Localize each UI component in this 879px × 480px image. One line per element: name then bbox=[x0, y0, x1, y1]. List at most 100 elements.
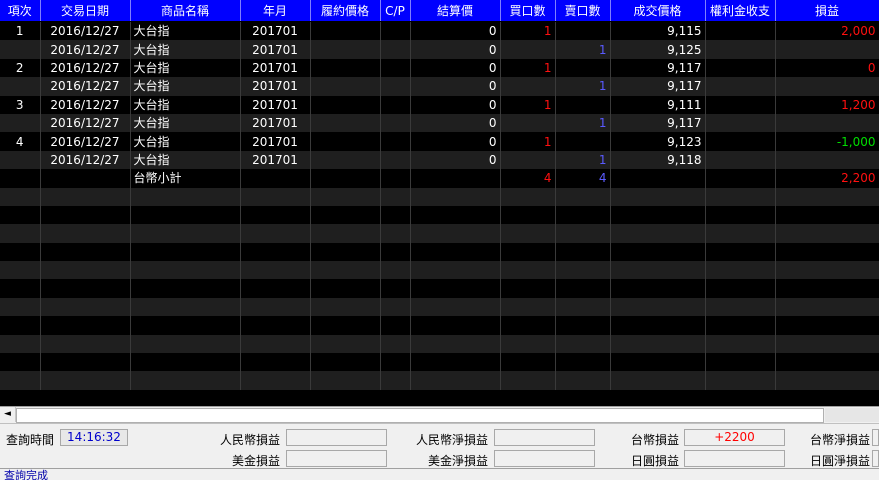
cell-strike-price bbox=[310, 205, 381, 225]
cell-product-name bbox=[130, 297, 241, 317]
cell-profit-loss bbox=[775, 371, 879, 390]
col-header-trade-date[interactable]: 交易日期 bbox=[40, 0, 131, 22]
col-header-trade-price[interactable]: 成交價格 bbox=[610, 0, 706, 22]
cell-sell-qty bbox=[555, 371, 611, 390]
cell-trade-date bbox=[40, 316, 131, 335]
cell-profit-loss: 2,200 bbox=[775, 169, 879, 188]
cell-strike-price bbox=[310, 353, 381, 372]
empty-row[interactable] bbox=[0, 261, 879, 280]
table-row[interactable]: 2016/12/27 大台指 201701 0 1 9,118 bbox=[0, 150, 879, 170]
cell-cp bbox=[380, 353, 411, 372]
cell-trade-date: 2016/12/27 bbox=[40, 150, 131, 170]
cell-sell-qty bbox=[555, 353, 611, 372]
empty-row[interactable] bbox=[0, 353, 879, 372]
empty-row[interactable] bbox=[0, 279, 879, 298]
table-row[interactable]: 2016/12/27 大台指 201701 0 1 9,117 bbox=[0, 77, 879, 96]
cell-index bbox=[0, 334, 41, 354]
cell-product-name bbox=[130, 371, 241, 390]
empty-row[interactable] bbox=[0, 371, 879, 390]
cell-premium bbox=[705, 40, 776, 59]
subtotal-row[interactable]: 台幣小計 4 4 2,200 bbox=[0, 169, 879, 188]
empty-row[interactable] bbox=[0, 316, 879, 335]
cell-sell-qty: 1 bbox=[555, 150, 611, 170]
cell-year-month: 201701 bbox=[240, 77, 311, 96]
cell-trade-price: 9,117 bbox=[610, 58, 706, 78]
cell-settle-price bbox=[410, 242, 501, 262]
col-header-settle-price[interactable]: 結算價 bbox=[410, 0, 501, 22]
cell-premium bbox=[705, 187, 776, 206]
empty-row[interactable] bbox=[0, 242, 879, 262]
scroll-left-arrow-icon[interactable]: ◄ bbox=[0, 407, 16, 422]
col-header-sell-qty[interactable]: 賣口數 bbox=[555, 0, 611, 22]
cell-cp bbox=[380, 132, 411, 151]
cell-settle-price bbox=[410, 297, 501, 317]
cell-trade-price: 9,117 bbox=[610, 77, 706, 96]
cell-strike-price bbox=[310, 95, 381, 114]
cell-settle-price: 0 bbox=[410, 113, 501, 133]
cell-year-month: 201701 bbox=[240, 150, 311, 170]
cell-index bbox=[0, 187, 41, 206]
table-row[interactable]: 2016/12/27 大台指 201701 0 1 9,117 bbox=[0, 113, 879, 133]
cell-settle-price bbox=[410, 279, 501, 298]
cell-product-name: 台幣小計 bbox=[130, 169, 241, 188]
cell-trade-date bbox=[40, 205, 131, 225]
cell-strike-price bbox=[310, 58, 381, 78]
cell-strike-price bbox=[310, 261, 381, 280]
cell-trade-price bbox=[610, 205, 706, 225]
table-row[interactable]: 1 2016/12/27 大台指 201701 0 1 9,115 2,000 bbox=[0, 21, 879, 41]
table-row[interactable]: 3 2016/12/27 大台指 201701 0 1 9,111 1,200 bbox=[0, 95, 879, 114]
status-bar: 查詢完成 bbox=[0, 468, 879, 480]
usd-pl-field bbox=[286, 450, 387, 467]
scrollbar-thumb[interactable] bbox=[16, 408, 824, 423]
cell-sell-qty bbox=[555, 224, 611, 243]
cell-year-month: 201701 bbox=[240, 58, 311, 78]
empty-row[interactable] bbox=[0, 205, 879, 225]
empty-row[interactable] bbox=[0, 334, 879, 354]
cell-premium bbox=[705, 334, 776, 354]
cell-premium bbox=[705, 113, 776, 133]
horizontal-scrollbar[interactable]: ◄ bbox=[0, 406, 879, 423]
cell-year-month bbox=[240, 224, 311, 243]
cell-index bbox=[0, 353, 41, 372]
cell-sell-qty bbox=[555, 279, 611, 298]
col-header-profit-loss[interactable]: 損益 bbox=[775, 0, 879, 22]
cell-sell-qty bbox=[555, 132, 611, 151]
cell-profit-loss bbox=[775, 297, 879, 317]
cell-trade-date bbox=[40, 297, 131, 317]
empty-row[interactable] bbox=[0, 224, 879, 243]
col-header-product-name[interactable]: 商品名稱 bbox=[130, 0, 241, 22]
cell-product-name bbox=[130, 334, 241, 354]
cell-index: 1 bbox=[0, 21, 41, 41]
col-header-premium[interactable]: 權利金收支 bbox=[705, 0, 776, 22]
cell-settle-price bbox=[410, 187, 501, 206]
cell-sell-qty bbox=[555, 242, 611, 262]
scrollbar-track[interactable] bbox=[825, 408, 879, 422]
empty-row[interactable] bbox=[0, 297, 879, 317]
empty-row[interactable] bbox=[0, 187, 879, 206]
cell-buy-qty bbox=[500, 187, 556, 206]
cell-profit-loss bbox=[775, 334, 879, 354]
cell-premium bbox=[705, 205, 776, 225]
table-row[interactable]: 2016/12/27 大台指 201701 0 1 9,125 bbox=[0, 40, 879, 59]
cell-trade-price bbox=[610, 224, 706, 243]
cell-product-name bbox=[130, 316, 241, 335]
cell-buy-qty: 4 bbox=[500, 169, 556, 188]
cell-product-name: 大台指 bbox=[130, 21, 241, 41]
col-header-strike-price[interactable]: 履約價格 bbox=[310, 0, 381, 22]
table-row[interactable]: 2 2016/12/27 大台指 201701 0 1 9,117 0 bbox=[0, 58, 879, 78]
usd-net-label: 美金淨損益 bbox=[428, 454, 489, 468]
usd-pl-label: 美金損益 bbox=[232, 454, 281, 468]
cell-strike-price bbox=[310, 150, 381, 170]
cell-index bbox=[0, 316, 41, 335]
cell-trade-price: 9,125 bbox=[610, 40, 706, 59]
cell-index bbox=[0, 371, 41, 390]
col-header-cp[interactable]: C/P bbox=[380, 0, 411, 22]
cell-sell-qty bbox=[555, 205, 611, 225]
cell-strike-price bbox=[310, 113, 381, 133]
cell-trade-price bbox=[610, 279, 706, 298]
table-row[interactable]: 4 2016/12/27 大台指 201701 0 1 9,123 -1,000 bbox=[0, 132, 879, 151]
col-header-index[interactable]: 項次 bbox=[0, 0, 41, 22]
col-header-year-month[interactable]: 年月 bbox=[240, 0, 311, 22]
col-header-buy-qty[interactable]: 買口數 bbox=[500, 0, 556, 22]
trade-table: 項次 交易日期 商品名稱 年月 履約價格 C/P 結算價 買口數 賣口數 成交價… bbox=[0, 0, 879, 390]
